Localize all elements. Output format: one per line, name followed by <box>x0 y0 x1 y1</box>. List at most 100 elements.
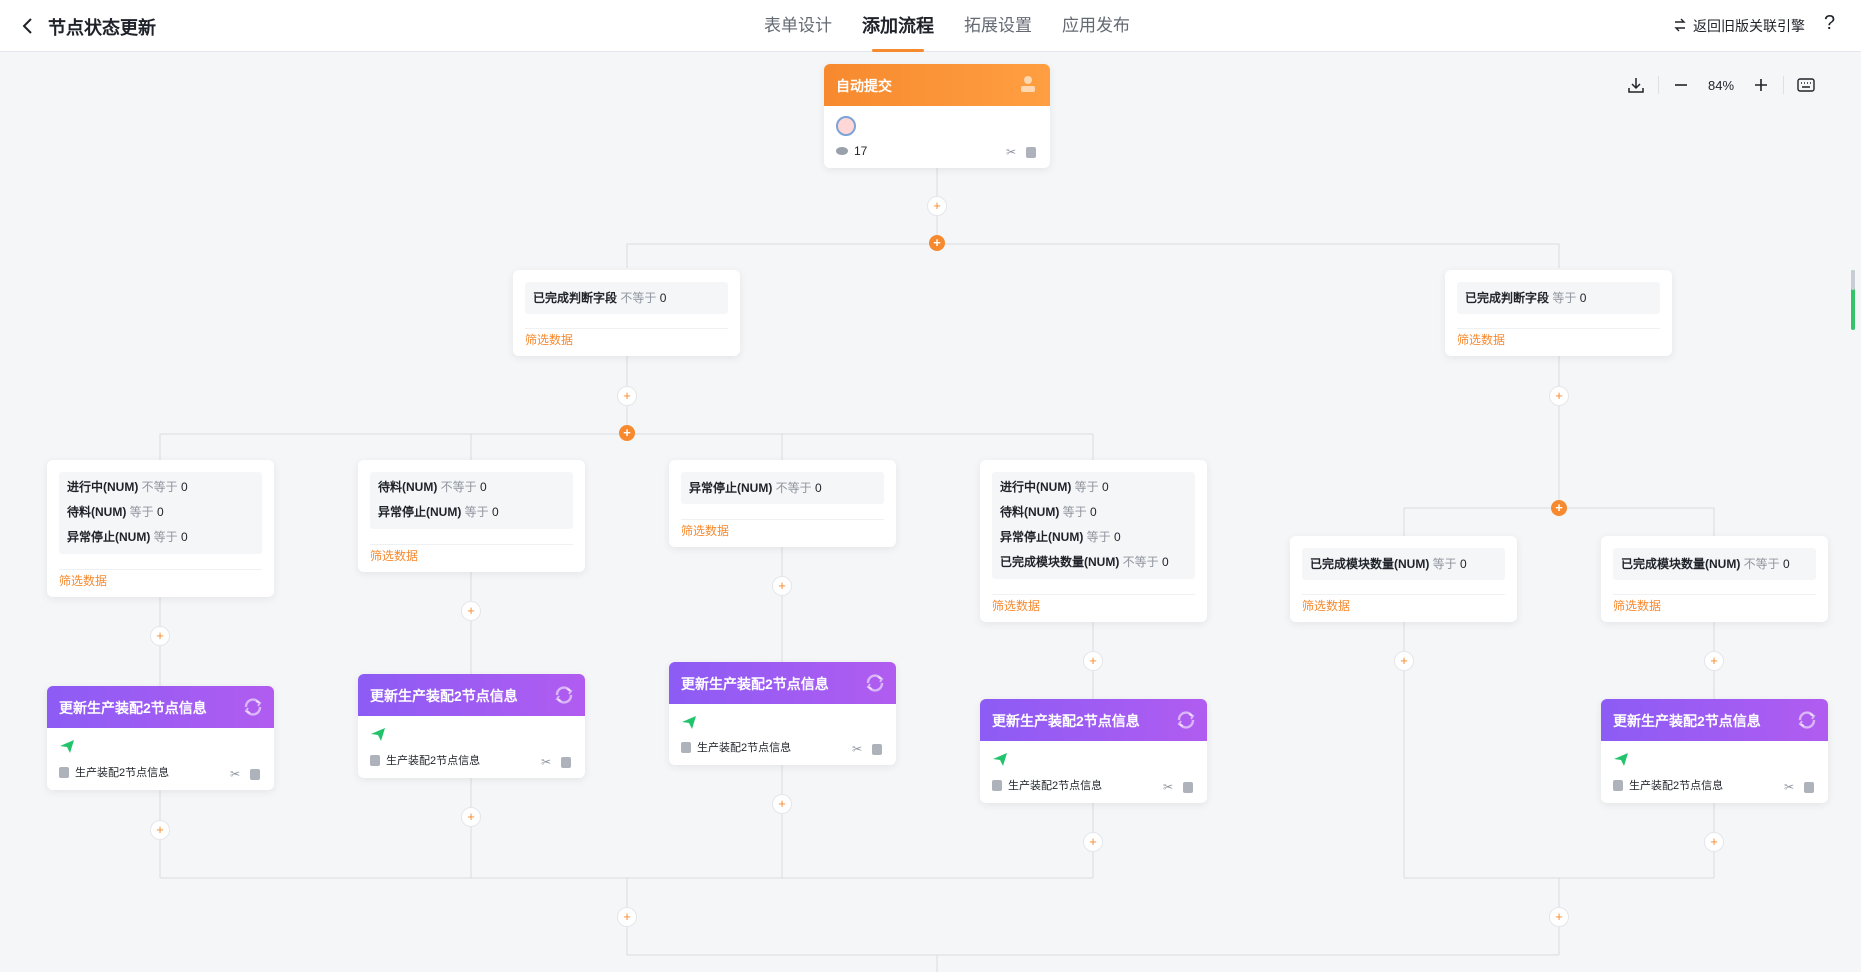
send-icon <box>992 751 1008 772</box>
filter-data-link[interactable]: 筛选数据 <box>525 331 573 348</box>
condition-list: 已完成模块数量(NUM) 等于 0 <box>1302 548 1505 580</box>
action-node[interactable]: 更新生产装配2节点信息 生产装配2节点信息 ✂ <box>669 662 896 765</box>
add-node-button[interactable]: + <box>461 807 481 827</box>
view-count: 17 <box>836 144 867 158</box>
action-node-header: 更新生产装配2节点信息 <box>1601 699 1828 741</box>
action-node-header: 更新生产装配2节点信息 <box>47 686 274 728</box>
condition-node[interactable]: 已完成模块数量(NUM) 等于 0 筛选数据 <box>1290 536 1517 622</box>
tab-bar: 表单设计 添加流程 拓展设置 应用发布 <box>760 0 1134 52</box>
cut-icon[interactable]: ✂ <box>541 756 551 768</box>
condition-node[interactable]: 进行中(NUM) 不等于 0 待料(NUM) 等于 0 异常停止(NUM) 等于… <box>47 460 274 597</box>
condition-line: 待料(NUM) 等于 0 <box>67 505 164 519</box>
chevron-left-icon[interactable] <box>16 14 40 38</box>
action-node[interactable]: 更新生产装配2节点信息 生产装配2节点信息 ✂ <box>47 686 274 790</box>
action-node[interactable]: 更新生产装配2节点信息 生产装配2节点信息 ✂ <box>980 699 1207 803</box>
filter-data-link[interactable]: 筛选数据 <box>1457 331 1505 348</box>
copy-icon[interactable] <box>250 768 260 780</box>
add-node-button[interactable]: + <box>150 820 170 840</box>
filter-data-link[interactable]: 筛选数据 <box>1302 597 1350 614</box>
condition-node[interactable]: 已完成判断字段 等于 0 筛选数据 <box>1445 270 1672 356</box>
add-node-button[interactable]: + <box>461 601 481 621</box>
cut-icon[interactable]: ✂ <box>1784 781 1794 793</box>
start-node-card[interactable]: 自动提交 17 ✂ <box>824 64 1050 168</box>
condition-list: 已完成模块数量(NUM) 不等于 0 <box>1613 548 1816 580</box>
cut-icon[interactable]: ✂ <box>852 743 862 755</box>
filter-data-link[interactable]: 筛选数据 <box>681 522 729 539</box>
divider <box>525 328 728 329</box>
plus-icon <box>1755 79 1767 91</box>
add-node-button[interactable]: + <box>1704 651 1724 671</box>
add-node-button[interactable]: + <box>772 794 792 814</box>
table-icon <box>370 754 380 766</box>
minus-icon <box>1675 84 1687 86</box>
add-branch-button[interactable]: + <box>929 235 945 251</box>
divider <box>59 569 262 570</box>
add-branch-button[interactable]: + <box>1551 500 1567 516</box>
cut-icon[interactable]: ✂ <box>230 768 240 780</box>
add-node-button[interactable]: + <box>1549 386 1569 406</box>
add-node-button[interactable]: + <box>150 626 170 646</box>
add-node-button[interactable]: + <box>927 196 947 216</box>
copy-icon[interactable] <box>872 743 882 755</box>
condition-node[interactable]: 异常停止(NUM) 不等于 0 筛选数据 <box>669 460 896 547</box>
tab-app-publish[interactable]: 应用发布 <box>1058 0 1134 52</box>
scrollbar-thumb[interactable] <box>1851 270 1855 290</box>
sync-icon <box>242 696 264 721</box>
filter-data-link[interactable]: 筛选数据 <box>59 572 107 589</box>
add-node-button[interactable]: + <box>617 907 637 927</box>
cut-icon[interactable]: ✂ <box>1006 146 1016 158</box>
help-icon[interactable]: ? <box>1824 12 1835 35</box>
send-icon <box>681 714 697 735</box>
action-title: 更新生产装配2节点信息 <box>370 688 518 704</box>
condition-line: 异常停止(NUM) 不等于 0 <box>689 481 822 495</box>
copy-icon[interactable] <box>1026 146 1036 158</box>
action-target: 生产装配2节点信息 <box>59 764 169 780</box>
tab-add-process[interactable]: 添加流程 <box>858 0 938 52</box>
condition-node[interactable]: 已完成判断字段 不等于 0 筛选数据 <box>513 270 740 356</box>
table-icon <box>1613 779 1623 791</box>
view-count-value: 17 <box>854 144 868 158</box>
node-tools: ✂ <box>1006 146 1036 158</box>
divider <box>1302 594 1505 595</box>
download-icon[interactable] <box>1618 70 1654 100</box>
action-target: 生产装配2节点信息 <box>1613 777 1723 793</box>
condition-node[interactable]: 待料(NUM) 不等于 0 异常停止(NUM) 等于 0 筛选数据 <box>358 460 585 572</box>
send-icon <box>370 726 386 747</box>
condition-list: 进行中(NUM) 等于 0 待料(NUM) 等于 0 异常停止(NUM) 等于 … <box>992 472 1195 579</box>
node-tools: ✂ <box>541 756 571 768</box>
sync-icon <box>1796 709 1818 734</box>
sync-icon <box>1175 709 1197 734</box>
copy-icon[interactable] <box>1183 781 1193 793</box>
condition-node[interactable]: 已完成模块数量(NUM) 不等于 0 筛选数据 <box>1601 536 1828 622</box>
zoom-out-button[interactable] <box>1663 70 1699 100</box>
add-node-button[interactable]: + <box>1704 832 1724 852</box>
zoom-in-button[interactable] <box>1743 70 1779 100</box>
filter-data-link[interactable]: 筛选数据 <box>992 597 1040 614</box>
add-node-button[interactable]: + <box>1394 651 1414 671</box>
node-tools: ✂ <box>1163 781 1193 793</box>
tab-extension-settings[interactable]: 拓展设置 <box>960 0 1036 52</box>
tab-form-design[interactable]: 表单设计 <box>760 0 836 52</box>
condition-node[interactable]: 进行中(NUM) 等于 0 待料(NUM) 等于 0 异常停止(NUM) 等于 … <box>980 460 1207 622</box>
eye-icon <box>836 147 848 155</box>
send-icon <box>1613 751 1629 772</box>
add-node-button[interactable]: + <box>772 576 792 596</box>
add-node-button[interactable]: + <box>617 386 637 406</box>
filter-data-link[interactable]: 筛选数据 <box>370 547 418 564</box>
action-node[interactable]: 更新生产装配2节点信息 生产装配2节点信息 ✂ <box>358 674 585 778</box>
condition-line: 待料(NUM) 不等于 0 <box>378 480 487 494</box>
action-node[interactable]: 更新生产装配2节点信息 生产装配2节点信息 ✂ <box>1601 699 1828 803</box>
add-branch-button[interactable]: + <box>619 425 635 441</box>
condition-line: 已完成模块数量(NUM) 等于 0 <box>1310 557 1467 571</box>
action-node-header: 更新生产装配2节点信息 <box>358 674 585 716</box>
add-node-button[interactable]: + <box>1083 651 1103 671</box>
copy-icon[interactable] <box>1804 781 1814 793</box>
cut-icon[interactable]: ✂ <box>1163 781 1173 793</box>
revert-old-engine-button[interactable]: 返回旧版关联引擎 <box>1673 16 1805 36</box>
add-node-button[interactable]: + <box>1549 907 1569 927</box>
keyboard-icon[interactable] <box>1788 70 1824 100</box>
add-node-button[interactable]: + <box>1083 832 1103 852</box>
filter-data-link[interactable]: 筛选数据 <box>1613 597 1661 614</box>
copy-icon[interactable] <box>561 756 571 768</box>
avatar <box>836 116 856 136</box>
